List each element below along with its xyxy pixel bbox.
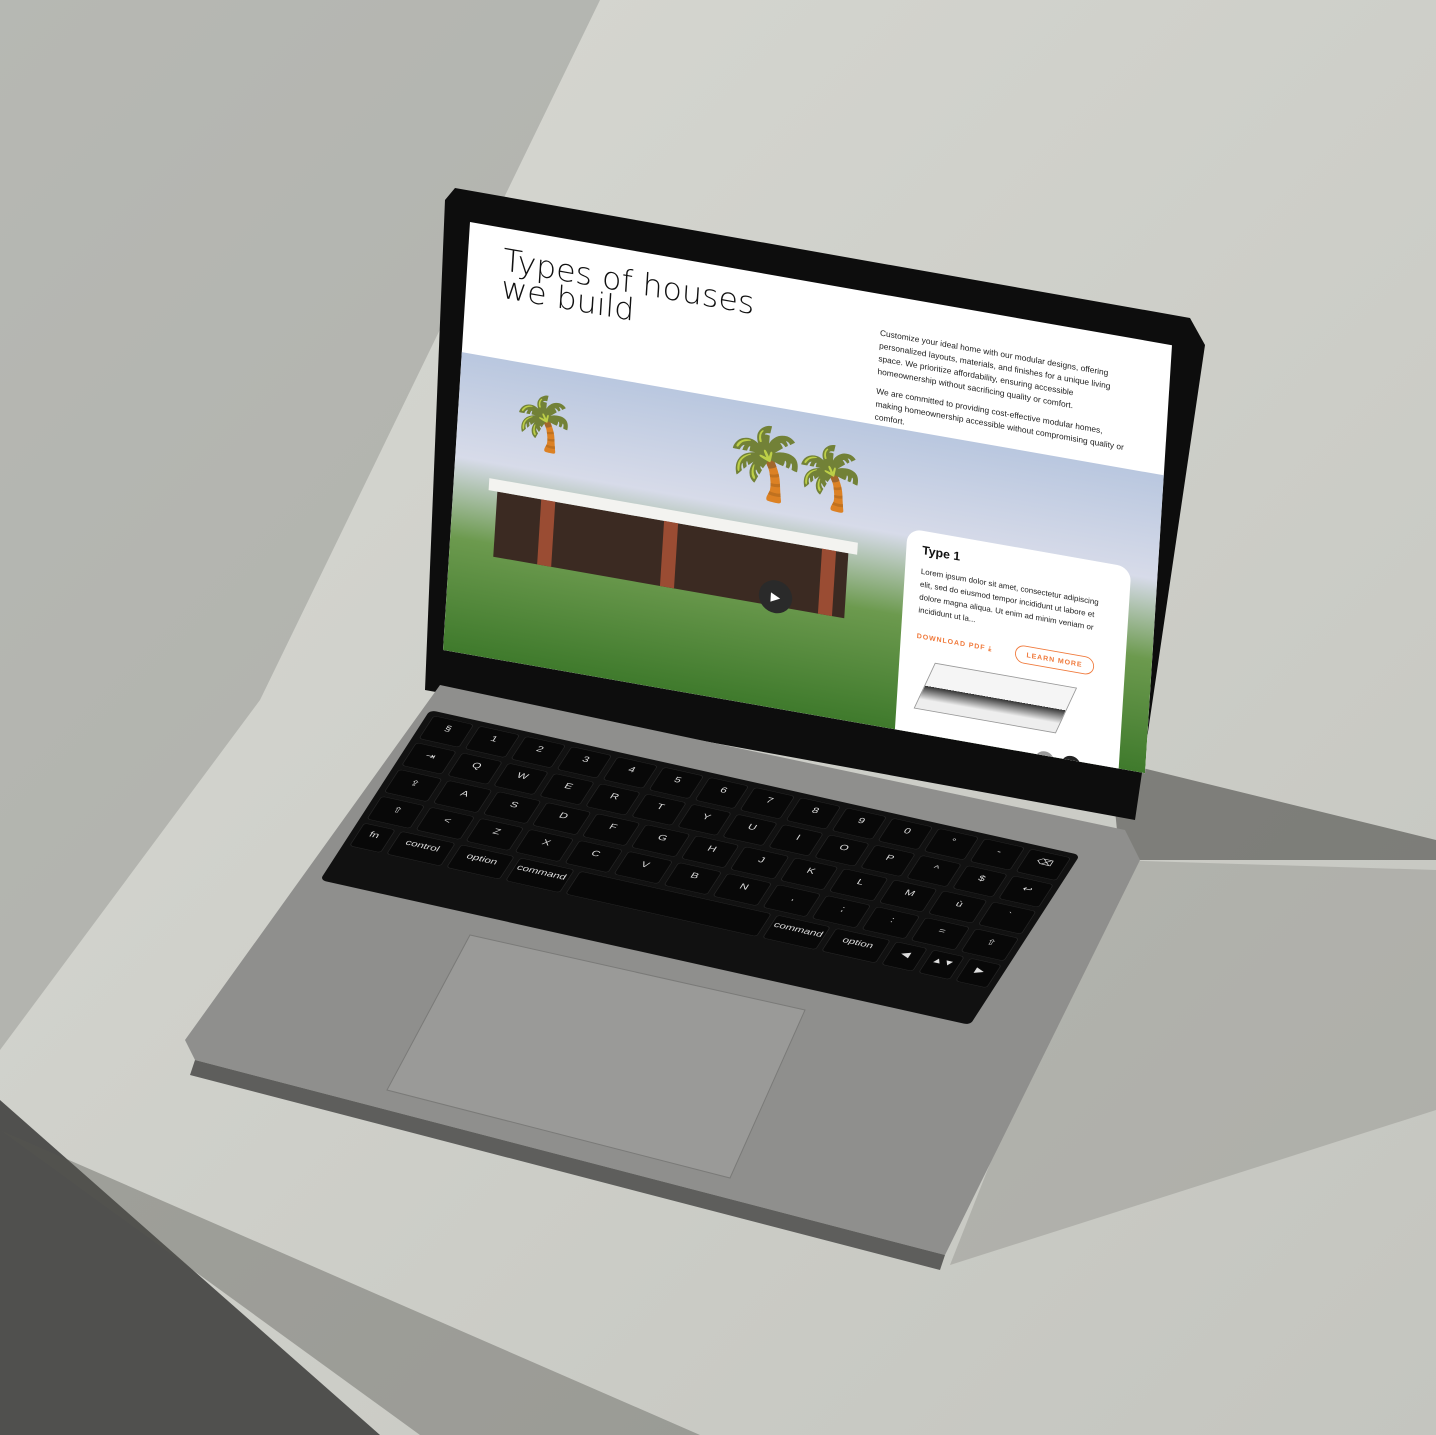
key[interactable]: 4 <box>601 756 659 789</box>
key[interactable]: 2 <box>510 735 567 769</box>
key[interactable]: W <box>492 762 549 796</box>
key[interactable]: O <box>814 834 871 867</box>
key[interactable]: ⇥ <box>400 742 458 775</box>
key[interactable]: I <box>768 824 825 857</box>
key[interactable]: 0 <box>877 817 934 851</box>
key[interactable]: § <box>418 715 475 748</box>
key[interactable]: ° <box>923 827 980 861</box>
key[interactable]: T <box>630 793 687 826</box>
key[interactable]: 3 <box>555 745 613 779</box>
key[interactable]: ▶ <box>954 957 1003 989</box>
key[interactable]: 8 <box>785 797 842 830</box>
key[interactable]: E <box>538 772 595 806</box>
key[interactable]: - <box>969 838 1026 871</box>
key[interactable]: Q <box>446 752 503 785</box>
download-pdf-link[interactable]: DOWNLOAD PDF ⤓ <box>916 632 993 654</box>
key[interactable]: R <box>584 783 641 816</box>
key[interactable]: 5 <box>647 766 704 800</box>
key[interactable]: U <box>722 813 779 847</box>
house-model-illustration <box>913 662 1078 734</box>
key[interactable]: 1 <box>464 725 521 759</box>
key[interactable]: P <box>860 844 917 878</box>
key[interactable]: 6 <box>693 776 750 810</box>
key[interactable]: Y <box>676 803 733 837</box>
learn-more-button[interactable]: LEARN MORE <box>1014 644 1095 676</box>
play-icon: ▶ <box>770 588 781 604</box>
key[interactable]: ↩ <box>997 875 1055 908</box>
palm-tree-icon: 🌴 <box>789 437 871 518</box>
laptop-body <box>185 188 1205 1270</box>
key[interactable]: ⌫ <box>1015 848 1072 882</box>
key[interactable]: 9 <box>831 807 888 841</box>
key[interactable]: $ <box>951 864 1009 898</box>
palm-tree-icon: 🌴 <box>509 388 579 458</box>
key[interactable]: 7 <box>739 786 796 820</box>
key[interactable]: ^ <box>906 854 963 888</box>
